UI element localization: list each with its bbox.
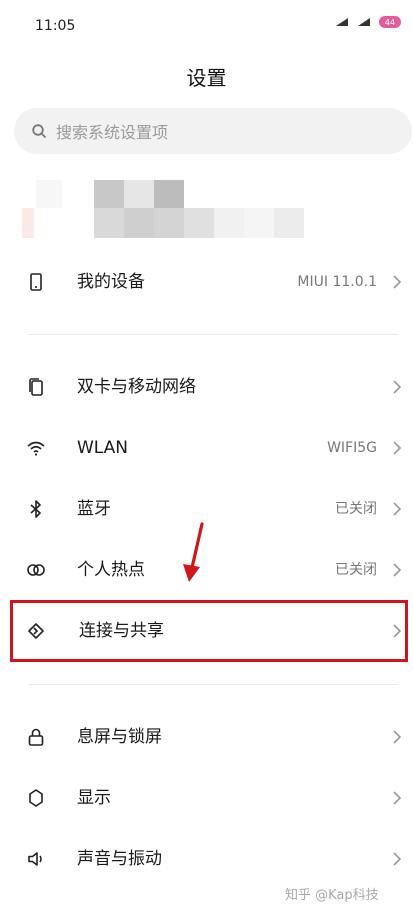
divider — [28, 684, 398, 685]
watermark: 知乎 @Kap科技 — [285, 888, 379, 903]
display-label: 显示 — [77, 788, 111, 808]
bluetooth-icon — [30, 500, 41, 518]
display-row[interactable]: 显示 — [0, 768, 413, 828]
status-time: 11:05 — [35, 18, 76, 34]
chevron-right-icon — [393, 275, 402, 289]
lock-screen-row[interactable]: 息屏与锁屏 — [0, 707, 413, 767]
status-icons: 44 — [335, 16, 401, 28]
chevron-right-icon — [393, 791, 402, 805]
hotspot-label: 个人热点 — [77, 560, 145, 580]
lock-screen-label: 息屏与锁屏 — [77, 727, 162, 747]
bluetooth-value: 已关闭 — [335, 501, 377, 517]
wifi-icon — [27, 441, 45, 456]
sim-cards-icon — [29, 378, 43, 396]
chevron-right-icon — [393, 563, 402, 577]
my-device-label: 我的设备 — [77, 272, 145, 292]
status-bar: 11:05 44 — [0, 0, 413, 52]
signal-icon — [336, 18, 348, 26]
page-title: 设置 — [186, 66, 227, 90]
phone-icon — [30, 273, 42, 291]
chevron-right-icon — [393, 852, 402, 866]
speaker-icon — [28, 852, 42, 866]
sim-network-label: 双卡与移动网络 — [77, 377, 196, 397]
search-icon — [32, 124, 46, 138]
sound-label: 声音与振动 — [77, 849, 162, 869]
chevron-right-icon — [393, 380, 402, 394]
lock-icon — [28, 728, 44, 746]
search-placeholder: 搜索系统设置项 — [56, 123, 169, 142]
signal-icon — [358, 18, 370, 26]
search-input[interactable]: 搜索系统设置项 — [14, 108, 412, 154]
chevron-right-icon — [393, 730, 402, 744]
wlan-label: WLAN — [77, 438, 129, 458]
wlan-value: WIFI5G — [327, 440, 377, 456]
chevron-right-icon — [393, 441, 402, 455]
hotspot-value: 已关闭 — [335, 562, 377, 578]
battery-icon: 44 — [379, 16, 401, 28]
highlight-box — [10, 600, 408, 662]
chevron-right-icon — [393, 502, 402, 516]
annotation-arrow-icon — [183, 522, 204, 582]
brightness-icon — [29, 789, 43, 807]
hotspot-icon — [27, 564, 45, 576]
sound-row[interactable]: 声音与振动 — [0, 829, 413, 889]
divider — [28, 334, 398, 335]
bluetooth-label: 蓝牙 — [77, 499, 111, 519]
my-device-row[interactable]: 我的设备 MIUI 11.0.1 — [0, 252, 413, 312]
my-device-value: MIUI 11.0.1 — [297, 274, 377, 290]
sim-network-row[interactable]: 双卡与移动网络 — [0, 357, 413, 417]
avatar — [22, 208, 34, 238]
wlan-row[interactable]: WLAN WIFI5G — [0, 418, 413, 478]
